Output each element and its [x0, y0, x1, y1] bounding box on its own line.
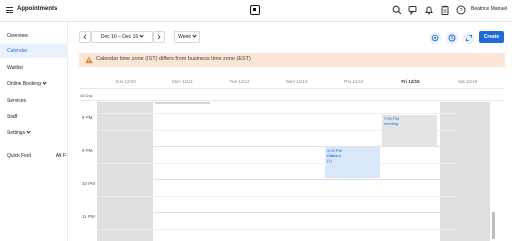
next-week-button[interactable] — [153, 31, 165, 43]
grid-line — [97, 146, 457, 147]
sidebar-item-settings[interactable]: Settings — [0, 126, 68, 140]
event-meeting[interactable]: 7:00 PM meeting — [382, 115, 437, 146]
clipboard-icon[interactable] — [440, 5, 450, 15]
prev-week-button[interactable] — [79, 31, 91, 43]
quick-find-label: Quick Find — [7, 153, 31, 159]
sidebar-item-label: Settings — [7, 130, 26, 136]
grid-line — [97, 196, 457, 197]
quick-find-shortcut: Alt F — [55, 153, 66, 159]
hour-label: 9 PM — [82, 148, 93, 153]
help-icon[interactable]: ? — [456, 5, 466, 15]
create-button[interactable]: Create — [479, 31, 504, 43]
expand-button[interactable] — [463, 32, 475, 44]
menu-icon[interactable] — [6, 7, 13, 13]
sidebar-item-overview[interactable]: Overview — [0, 29, 68, 43]
day-header-thu[interactable]: Thu 12/14 — [325, 79, 382, 84]
day-header-wed[interactable]: Wed 12/13 — [268, 79, 325, 84]
gear-icon — [431, 34, 439, 42]
chevron-left-icon — [83, 34, 87, 40]
view-label: Week — [178, 34, 191, 40]
sidebar-item-label: Overview — [7, 33, 28, 39]
timezone-warning-banner: Calendar time zone (IST) differs from bu… — [79, 53, 505, 67]
sidebar-item-staff[interactable]: Staff — [0, 110, 68, 124]
unavailable-strip — [155, 102, 210, 104]
hour-label: 10 PM — [82, 181, 96, 186]
sidebar-item-label: Staff — [7, 114, 18, 120]
sidebar: Overview Calendar Waitlist Online Bookin… — [0, 22, 68, 241]
unavailable-column-sun — [97, 102, 153, 241]
date-range-button[interactable]: Dec 10 – Dec 16 — [91, 31, 153, 43]
all-day-label: All Day — [80, 93, 93, 98]
top-bar: Appointments ? Beatrice Manuel — [0, 0, 512, 22]
grid-line — [97, 229, 457, 230]
square-logo-icon[interactable] — [250, 5, 260, 15]
grid-line — [97, 163, 457, 164]
settings-button[interactable] — [429, 32, 441, 44]
date-range-label: Dec 10 – Dec 16 — [100, 34, 139, 40]
day-header-tue[interactable]: Tue 12/12 — [211, 79, 268, 84]
chevron-down-icon — [192, 33, 197, 38]
sidebar-item-services[interactable]: Services — [0, 94, 68, 108]
chevron-down-icon — [139, 33, 144, 38]
expand-icon — [466, 35, 472, 41]
sidebar-item-label: Services — [7, 98, 27, 104]
grid-line — [97, 113, 457, 114]
unavailable-column-sat — [440, 102, 490, 241]
sidebar-item-calendar[interactable]: Calendar — [0, 44, 68, 58]
chevron-right-icon — [157, 34, 161, 40]
divider — [79, 88, 505, 89]
event-extra: (1) — [327, 158, 332, 163]
sidebar-item-label: Calendar — [7, 48, 28, 54]
day-header-mon[interactable]: Mon 12/11 — [154, 79, 211, 84]
chat-icon[interactable] — [408, 5, 418, 15]
week-calendar: Sun 12/10 Mon 12/11 Tue 12/12 Wed 12/13 … — [79, 76, 505, 241]
search-icon[interactable] — [392, 5, 402, 15]
history-button[interactable] — [446, 32, 458, 44]
day-header-sat[interactable]: Sat 12/16 — [439, 79, 496, 84]
chevron-down-icon — [26, 129, 31, 134]
chevron-down-icon — [42, 80, 47, 85]
event-class-1[interactable]: 9:00 PM Class 1 (1) — [325, 147, 380, 178]
sidebar-item-label: Waitlist — [7, 65, 23, 71]
divider — [79, 100, 505, 101]
sidebar-item-online-booking[interactable]: Online Booking — [0, 77, 68, 91]
hour-label: 11 PM — [82, 214, 95, 219]
bell-icon[interactable] — [424, 5, 434, 15]
view-select[interactable]: Week — [174, 31, 200, 43]
grid-line — [97, 179, 457, 180]
sidebar-item-waitlist[interactable]: Waitlist — [0, 61, 68, 75]
event-title: meeting — [384, 121, 399, 126]
banner-text: Calendar time zone (IST) differs from bu… — [96, 56, 251, 62]
user-name[interactable]: Beatrice Manuel — [471, 6, 507, 12]
sidebar-item-label: Online Booking — [7, 81, 41, 87]
app-title: Appointments — [17, 6, 58, 12]
day-header-fri[interactable]: Fri 12/15 — [382, 79, 439, 84]
warning-icon — [85, 56, 93, 64]
clock-icon — [448, 34, 456, 42]
calendar-scrollbar[interactable] — [492, 212, 495, 239]
hour-label: 8 PM — [82, 115, 93, 120]
day-header-sun[interactable]: Sun 12/10 — [97, 79, 154, 84]
quick-find[interactable]: Quick Find Alt F — [0, 149, 68, 163]
grid-line — [97, 212, 457, 213]
svg-text:?: ? — [459, 8, 462, 14]
